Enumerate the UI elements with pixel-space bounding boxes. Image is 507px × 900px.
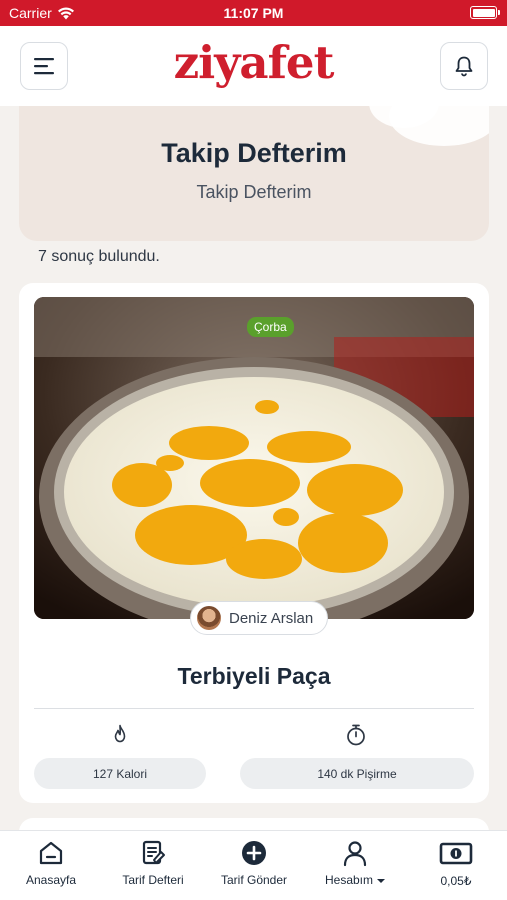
status-time: 11:07 PM (223, 5, 284, 21)
recipe-card[interactable]: Çorba Deniz Arslan Terbiyeli Paça 127 Ka… (19, 283, 489, 803)
recipe-image[interactable]: Çorba (34, 297, 474, 619)
stopwatch-icon (347, 724, 365, 746)
recipe-title[interactable]: Terbiyeli Paça (19, 663, 489, 690)
tab-label: Tarif Gönder (220, 873, 288, 887)
page-subtitle: Takip Defterim (196, 182, 312, 202)
notifications-button[interactable] (440, 42, 488, 90)
tab-label: 0,05₺ (440, 874, 472, 888)
category-badge[interactable]: Çorba (247, 317, 294, 337)
divider (34, 708, 474, 709)
bottom-tab-bar: Anasayfa Tarif Defteri Tarif Gönder Hesa… (0, 830, 507, 900)
user-icon (343, 841, 367, 867)
app-header: ziyafet (0, 26, 507, 106)
result-count: 7 sonuç bulundu. (38, 248, 160, 265)
page-hero: Takip Defterim Takip Defterim (19, 106, 489, 241)
battery-icon (470, 6, 500, 19)
page-title: Takip Defterim (161, 138, 347, 168)
cook-time-pill: 140 dk Pişirme (240, 758, 474, 789)
plus-circle-icon (242, 841, 266, 865)
bell-icon (455, 56, 473, 77)
app-logo[interactable]: ziyafet (0, 36, 507, 89)
chevron-down-icon (377, 878, 386, 883)
recipe-book-icon (142, 840, 165, 865)
tab-label: Tarif Defteri (122, 873, 184, 887)
tab-home[interactable]: Anasayfa (23, 839, 79, 887)
calories-pill: 127 Kalori (34, 758, 206, 789)
avatar (197, 606, 221, 630)
author-name: Deniz Arslan (229, 609, 314, 627)
author-chip[interactable]: Deniz Arslan (190, 601, 329, 635)
tab-label: Hesabım (324, 873, 374, 887)
tab-label: Anasayfa (25, 873, 77, 887)
flame-icon (114, 724, 126, 743)
tab-recipe-book[interactable]: Tarif Defteri (118, 839, 188, 887)
tab-account[interactable]: Hesabım (320, 839, 390, 887)
home-icon (39, 841, 63, 865)
tab-submit-recipe[interactable]: Tarif Gönder (216, 839, 292, 887)
money-icon (439, 842, 473, 865)
tab-balance[interactable]: 0,05₺ (432, 839, 480, 888)
status-bar: Carrier 11:07 PM (0, 0, 507, 26)
